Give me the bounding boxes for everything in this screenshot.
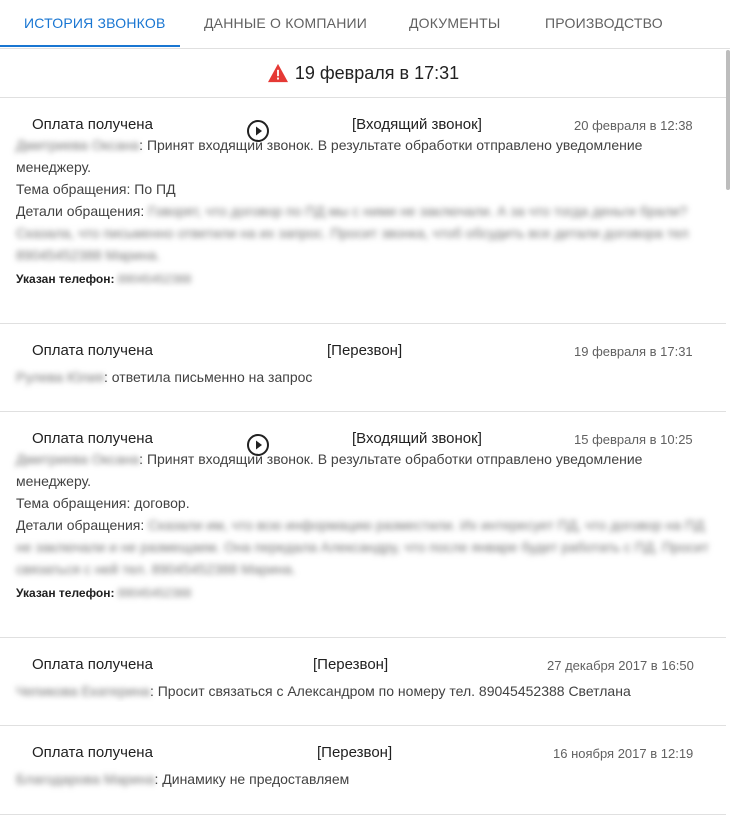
topic-value: договор.: [134, 495, 190, 511]
payment-status: Оплата получена: [32, 342, 153, 359]
call-type: [Входящий звонок]: [352, 430, 482, 447]
topic-label: Тема обращения:: [16, 495, 135, 511]
call-entry: Оплата получена [Перезвон] 19 февраля в …: [0, 324, 726, 412]
call-body: Благодарова Марина: Динамику не предоста…: [0, 758, 726, 790]
call-date: 15 февраля в 10:25: [574, 432, 693, 447]
call-body: Дмитриева Оксана: Принят входящий звонок…: [0, 444, 726, 614]
call-body: Рулева Юлия: ответила письменно на запро…: [0, 356, 726, 388]
call-date: 16 ноября 2017 в 12:19: [553, 746, 694, 761]
phone-value: 89045452388: [117, 586, 192, 600]
call-type: [Перезвон]: [313, 656, 389, 673]
call-date: 20 февраля в 12:38: [574, 118, 693, 133]
call-type: [Перезвон]: [327, 342, 403, 359]
topic-label: Тема обращения:: [16, 181, 135, 197]
topic-value: По ПД: [134, 181, 176, 197]
payment-status: Оплата получена: [32, 116, 153, 133]
call-body: Дмитриева Оксана: Принят входящий звонок…: [0, 130, 726, 300]
phone-label: Указан телефон:: [16, 586, 118, 600]
tab-documents[interactable]: ДОКУМЕНТЫ: [409, 0, 500, 48]
call-action: : ответила письменно на запрос: [104, 369, 313, 385]
call-entry: Оплата получена [Входящий звонок] 15 фев…: [0, 412, 726, 638]
operator-name: Дмитриева Оксана: [16, 137, 140, 153]
call-type: [Перезвон]: [317, 744, 393, 761]
call-action: : Динамику не предоставляем: [154, 771, 350, 787]
call-entry: Оплата получена [Перезвон] 27 декабря 20…: [0, 638, 726, 726]
operator-name: Рулева Юлия: [16, 369, 105, 385]
phone-value: 89045452388: [117, 272, 192, 286]
tab-production[interactable]: ПРОИЗВОДСТВО: [545, 0, 663, 48]
payment-status: Оплата получена: [32, 656, 153, 673]
details-label: Детали обращения:: [16, 517, 149, 533]
call-body: Чепикова Екатерина: Просит связаться с А…: [0, 670, 726, 702]
tab-call-history[interactable]: ИСТОРИЯ ЗВОНКОВ: [24, 0, 165, 48]
scrollbar[interactable]: [726, 50, 730, 190]
payment-status: Оплата получена: [32, 744, 153, 761]
tab-company-data[interactable]: ДАННЫЕ О КОМПАНИИ: [204, 0, 367, 48]
operator-name: Благодарова Марина: [16, 771, 155, 787]
active-tab-indicator: [0, 45, 180, 47]
details-label: Детали обращения:: [16, 203, 149, 219]
call-history-list: 19 февраля в 17:31 Оплата получена [Вход…: [0, 49, 726, 815]
date-header: 19 февраля в 17:31: [0, 49, 726, 98]
play-icon[interactable]: [246, 433, 270, 457]
call-action: : Просит связаться с Александром по номе…: [149, 683, 631, 699]
call-type: [Входящий звонок]: [352, 116, 482, 133]
phone-line: Указан телефон: 89045452388: [16, 268, 710, 300]
operator-name: Чепикова Екатерина: [16, 683, 150, 699]
play-icon[interactable]: [246, 119, 270, 143]
call-entry: Оплата получена [Входящий звонок] 20 фев…: [0, 98, 726, 324]
call-date: 27 декабря 2017 в 16:50: [547, 658, 694, 673]
phone-line: Указан телефон: 89045452388: [16, 582, 710, 614]
warning-icon: [267, 63, 288, 83]
tab-bar: ИСТОРИЯ ЗВОНКОВ ДАННЫЕ О КОМПАНИИ ДОКУМЕ…: [0, 0, 730, 49]
call-entry: Оплата получена [Перезвон] 16 ноября 201…: [0, 726, 726, 815]
payment-status: Оплата получена: [32, 430, 153, 447]
call-date: 19 февраля в 17:31: [574, 344, 693, 359]
operator-name: Дмитриева Оксана: [16, 451, 140, 467]
phone-label: Указан телефон:: [16, 272, 118, 286]
date-header-text: 19 февраля в 17:31: [294, 62, 460, 83]
